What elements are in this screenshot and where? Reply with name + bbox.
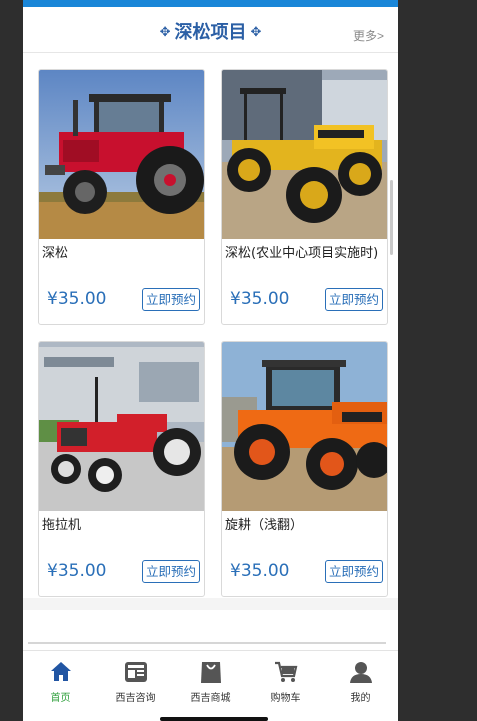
home-indicator [160, 717, 268, 721]
phone-screen: ✥ 深松项目 ✥ 更多> 深松 ¥35.00 立即预约 深松(农业中心项目实施时… [23, 0, 398, 721]
product-card[interactable]: 深松(农业中心项目实施时) ¥35.00 立即预约 [221, 69, 388, 325]
bottom-nav: 首页 西吉咨询 西吉商城 购物车 我的 [23, 650, 398, 707]
nav-label: 我的 [350, 693, 371, 704]
product-title[interactable]: 深松 [42, 245, 200, 263]
more-link[interactable]: 更多> [353, 27, 384, 44]
product-card[interactable]: 深松 ¥35.00 立即预约 [38, 69, 205, 325]
ornament-left-icon: ✥ [159, 25, 171, 40]
product-grid: 深松 ¥35.00 立即预约 深松(农业中心项目实施时) ¥35.00 立即预约… [23, 53, 398, 598]
product-card[interactable]: 拖拉机 ¥35.00 立即预约 [38, 341, 205, 597]
product-title[interactable]: 拖拉机 [42, 517, 200, 535]
product-title[interactable]: 旋耕（浅翻） [225, 517, 383, 535]
shopping-bag-icon [200, 662, 221, 683]
nav-item-home[interactable]: 首页 [23, 651, 98, 707]
book-now-button[interactable]: 立即预约 [324, 288, 383, 311]
section-title-text: 深松项目 [174, 22, 247, 43]
product-title[interactable]: 深松(农业中心项目实施时) [225, 245, 383, 263]
product-image[interactable] [222, 70, 387, 239]
section-header: ✥ 深松项目 ✥ 更多> [23, 7, 398, 53]
product-image[interactable] [39, 342, 204, 511]
product-image[interactable] [39, 70, 204, 239]
scrollbar-thumb[interactable] [390, 180, 393, 255]
nav-label: 西吉商城 [190, 693, 231, 704]
book-now-button[interactable]: 立即预约 [324, 560, 383, 583]
book-now-button[interactable]: 立即预约 [141, 288, 200, 311]
nav-item-news[interactable]: 西吉咨询 [98, 651, 173, 707]
nav-item-mall[interactable]: 西吉商城 [173, 651, 248, 707]
user-icon [349, 662, 372, 683]
nav-item-cart[interactable]: 购物车 [248, 651, 323, 707]
content-area: 深松 ¥35.00 立即预约 深松(农业中心项目实施时) ¥35.00 立即预约… [23, 53, 398, 644]
nav-label: 购物车 [270, 693, 301, 704]
top-status-bar [23, 0, 398, 7]
section-divider [28, 642, 386, 644]
product-price: ¥35.00 [230, 561, 290, 581]
product-card[interactable]: 旋耕（浅翻） ¥35.00 立即预约 [221, 341, 388, 597]
nav-item-profile[interactable]: 我的 [323, 651, 398, 707]
book-now-button[interactable]: 立即预约 [141, 560, 200, 583]
product-price: ¥35.00 [47, 289, 107, 309]
product-price: ¥35.00 [230, 289, 290, 309]
home-icon [50, 662, 71, 681]
news-icon [124, 662, 147, 682]
nav-label: 首页 [50, 693, 71, 704]
ornament-right-icon: ✥ [250, 25, 262, 40]
nav-label: 西吉咨询 [115, 693, 156, 704]
section-title: ✥ 深松项目 ✥ [23, 18, 398, 44]
product-image[interactable] [222, 342, 387, 511]
product-price: ¥35.00 [47, 561, 107, 581]
cart-icon [274, 661, 297, 682]
